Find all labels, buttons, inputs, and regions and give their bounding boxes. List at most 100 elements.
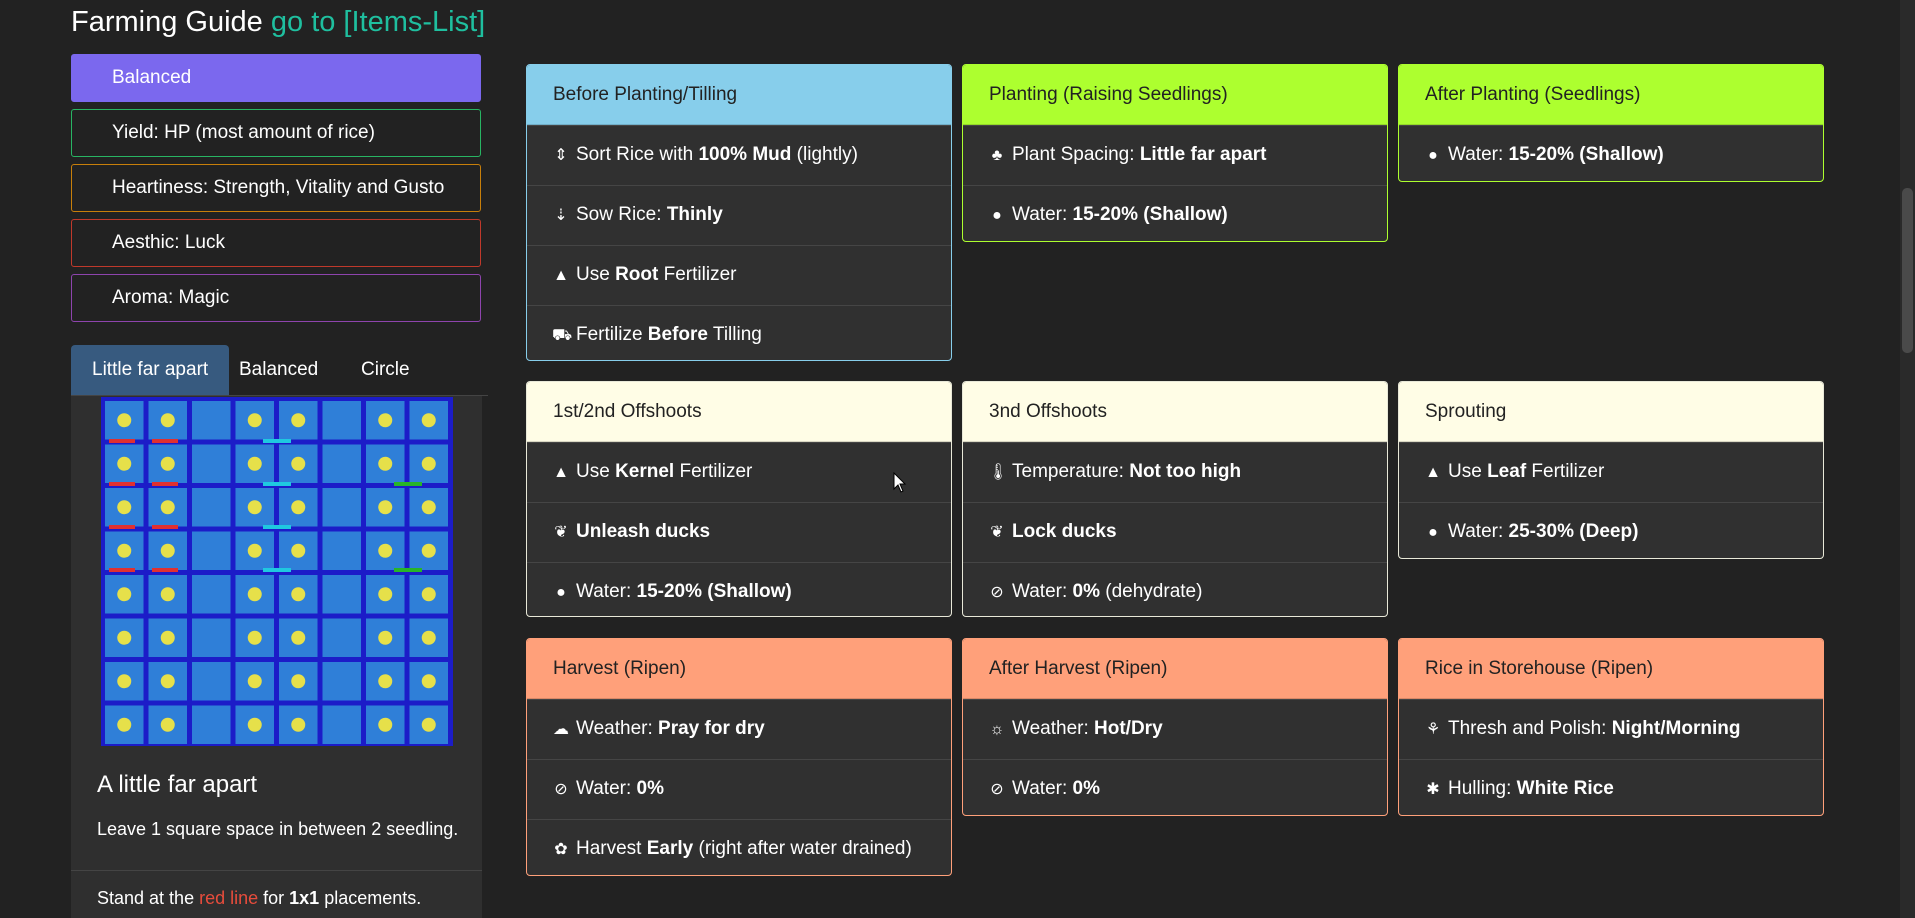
stand-line [394, 568, 422, 572]
row-text: Weather: [1012, 718, 1095, 739]
row-text: Harvest [576, 838, 647, 859]
scrollbar-thumb[interactable] [1902, 188, 1913, 353]
stage-card-row: ● Water: 15-20% (Shallow) [527, 562, 951, 616]
row-value: Hot/Dry [1094, 718, 1163, 739]
feather-icon: ❦ [990, 524, 1004, 541]
row-value: 0% [1072, 581, 1100, 602]
grid-cell [322, 488, 361, 527]
row-value: Pray for dry [658, 718, 765, 739]
stage-card-row: ● Water: 15-20% (Shallow) [963, 185, 1387, 241]
cloud-sun-icon: ☁ [553, 721, 569, 738]
seedling-dot [247, 717, 262, 732]
row-text: Water: [1448, 144, 1509, 165]
grid-cell [322, 618, 361, 657]
thermometer-icon: 🌡 [988, 464, 1009, 481]
stand-prefix: Stand at the [97, 888, 200, 908]
seedling-dot [421, 456, 436, 471]
sun-icon: ☼ [989, 721, 1005, 738]
seedling-dot [421, 500, 436, 515]
seedling-dot [117, 630, 132, 645]
items-list-link[interactable]: go to [Items-List] [271, 6, 485, 38]
grid-cell [192, 488, 231, 527]
row-text: Thresh and Polish: [1448, 718, 1612, 739]
poop-icon: ▲ [553, 267, 569, 284]
stage-card-row: ● Water: 15-20% (Shallow) [1399, 125, 1823, 181]
row-text: (right after water drained) [693, 838, 912, 859]
row-text: (dehydrate) [1100, 581, 1203, 602]
seedling-dot [117, 717, 132, 732]
seedling-dot [421, 413, 436, 428]
seedling-dot [291, 674, 306, 689]
stage-card: Rice in Storehouse (Ripen) ⚘ Thresh and Po… [1398, 638, 1824, 816]
stage-card-row: ⊘ Water: 0% [527, 759, 951, 819]
tab-little-far-apart[interactable]: Little far apart [71, 345, 230, 395]
row-value: Leaf [1487, 461, 1527, 482]
seedling-dot [291, 717, 306, 732]
option-3[interactable]: Aesthic: Luck [71, 219, 481, 267]
grid-cell [322, 705, 361, 744]
row-value: Kernel [615, 461, 675, 482]
option-2[interactable]: Heartiness: Strength, Vitality and Gusto [71, 164, 481, 212]
poop-icon: ▲ [553, 464, 569, 481]
tab-circle[interactable]: Circle [340, 345, 431, 395]
stand-line [394, 482, 422, 486]
stage-card: After Planting (Seedlings) ● Water: 15-20%… [1398, 64, 1824, 182]
poop-icon: ▲ [1425, 464, 1441, 481]
tractor-icon: ⛟ [552, 327, 573, 344]
stand-mid: for [258, 888, 290, 908]
stage-card-row: ☼ Weather: Hot/Dry [963, 699, 1387, 759]
row-value: 15-20% (Shallow) [1072, 204, 1228, 225]
row-text: Weather: [576, 718, 659, 739]
seedling-dot [117, 674, 132, 689]
row-value: 25-30% (Deep) [1508, 521, 1639, 542]
stage-card-row: ▲ Use Root Fertilizer [527, 245, 951, 305]
wheat-icon: ⚘ [1425, 721, 1441, 738]
tab-balanced[interactable]: Balanced [218, 345, 339, 395]
row-text: Water: [1012, 778, 1073, 799]
stage-card-row: ✱ Hulling: White Rice [1399, 759, 1823, 815]
row-value: 0% [1072, 778, 1100, 799]
seedling-dot [160, 543, 175, 558]
stand-instruction: Stand at the red line for 1x1 placements… [97, 885, 421, 911]
scrollbar[interactable] [1900, 0, 1915, 918]
water-drop-icon: ● [1428, 524, 1438, 541]
row-value: Before [647, 324, 708, 345]
page-title: Farming Guide go to [Items-List] [71, 4, 485, 40]
seedling-dot [160, 630, 175, 645]
row-text: Plant Spacing: [1012, 144, 1140, 165]
stage-card-row: ⊘ Water: 0% [963, 759, 1387, 815]
seedling-dot [378, 543, 393, 558]
row-text: Hulling: [1448, 778, 1517, 799]
seedling-dot [378, 456, 393, 471]
seedling-dot [160, 500, 175, 515]
stage-card-row: ⛟ Fertilize Before Tilling [527, 305, 951, 360]
seedling-dot [378, 587, 393, 602]
seedling-dot [117, 413, 132, 428]
option-1[interactable]: Yield: HP (most amount of rice) [71, 109, 481, 157]
option-4[interactable]: Aroma: Magic [71, 274, 481, 322]
sort-amount-icon: ⇣ [554, 207, 568, 224]
hand-seedling-icon: ✿ [554, 841, 568, 858]
row-text: Fertilize [576, 324, 648, 345]
row-text: Tilling [707, 324, 762, 345]
feather-icon: ❦ [554, 524, 568, 541]
grid-cell [192, 705, 231, 744]
row-value: 15-20% (Shallow) [636, 581, 792, 602]
row-text: Water: [1012, 581, 1073, 602]
row-text: Water: [576, 778, 637, 799]
grid-cell [322, 401, 361, 440]
stage-card-title: 3nd Offshoots [963, 382, 1387, 442]
stage-card: 1st/2nd Offshoots ▲ Use Kernel Fertilizer ❦… [526, 381, 952, 617]
grid-cell [322, 662, 361, 701]
option-0[interactable]: Balanced [71, 54, 481, 102]
stage-card-title: Rice in Storehouse (Ripen) [1399, 639, 1823, 699]
stage-card-row: ▲ Use Leaf Fertilizer [1399, 442, 1823, 502]
grid-cell [192, 662, 231, 701]
seedling-dot [247, 674, 262, 689]
seedling-dot [247, 543, 262, 558]
seedling-dot [421, 674, 436, 689]
stage-card-row: ✿ Harvest Early (right after water draine… [527, 819, 951, 875]
stage-card-row: ▲ Use Kernel Fertilizer [527, 442, 951, 502]
sort-icon: ⇕ [554, 147, 568, 164]
stage-card: After Harvest (Ripen) ☼ Weather: Hot/Dry ⊘ W… [962, 638, 1388, 816]
